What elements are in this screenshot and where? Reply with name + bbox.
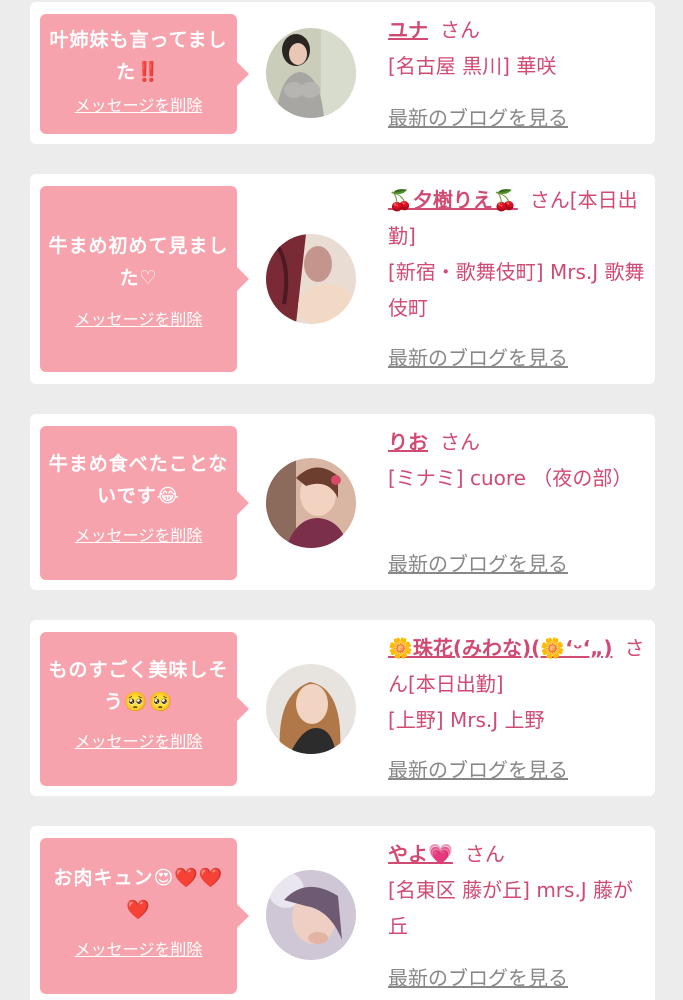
message-text: ものすごく美味しそう🥺🥺 — [48, 659, 229, 713]
shop-location: [新宿・歌舞伎町] Mrs.J 歌舞伎町 — [388, 260, 645, 320]
latest-blog-link[interactable]: 最新のブログを見る — [388, 754, 568, 783]
name-line: 🌼珠花(みわな)(🌼‘ᵕ‘„) さん[本日出勤] — [388, 630, 646, 702]
honorific: さん — [464, 842, 505, 866]
shop-location: [名東区 藤が丘] mrs.J 藤が丘 — [388, 878, 634, 938]
avatar[interactable] — [266, 234, 356, 324]
avatar-photo — [266, 28, 356, 118]
delete-message-link[interactable]: メッセージを削除 — [75, 306, 203, 330]
latest-blog-link[interactable]: 最新のブログを見る — [388, 962, 568, 991]
name-line: 🍒夕樹りえ🍒 さん[本日出勤] — [388, 182, 646, 254]
avatar[interactable] — [266, 664, 356, 754]
girl-name-link[interactable]: りお — [388, 430, 428, 454]
name-line: りお さん — [388, 424, 646, 460]
message-card: 牛まめ初めて見ました♡ メッセージを削除 🍒夕樹りえ🍒 さん[本日出勤] [新宿・… — [30, 174, 655, 384]
girl-name-link[interactable]: ユナ — [388, 18, 428, 42]
message-bubble: 叶姉妹も言ってました‼️ メッセージを削除 — [40, 14, 249, 134]
name-line: やよ💗 さん — [388, 836, 646, 872]
avatar[interactable] — [266, 28, 356, 118]
girl-name-link[interactable]: 🌼珠花(みわな)(🌼‘ᵕ‘„) — [388, 636, 612, 660]
delete-message-link[interactable]: メッセージを削除 — [75, 92, 203, 116]
avatar[interactable] — [266, 458, 356, 548]
avatar-photo — [266, 458, 356, 548]
message-list: 叶姉妹も言ってました‼️ メッセージを削除 ユナ さん [名古屋 黒川] 華咲 最… — [0, 0, 683, 1000]
message-bubble: ものすごく美味しそう🥺🥺 メッセージを削除 — [40, 632, 249, 786]
message-card: ものすごく美味しそう🥺🥺 メッセージを削除 🌼珠花(みわな)(🌼‘ᵕ‘„) さん[… — [30, 620, 655, 796]
message-bubble: 牛まめ初めて見ました♡ メッセージを削除 — [40, 186, 249, 372]
message-text: お肉キュン😍❤️❤️❤️ — [53, 867, 224, 921]
info-block: りお さん [ミナミ] cuore （夜の部） — [388, 424, 646, 496]
message-text: 叶姉妹も言ってました‼️ — [49, 29, 228, 83]
avatar-photo — [266, 234, 356, 324]
info-block: 🌼珠花(みわな)(🌼‘ᵕ‘„) さん[本日出勤] [上野] Mrs.J 上野 — [388, 630, 646, 738]
latest-blog-link[interactable]: 最新のブログを見る — [388, 102, 568, 131]
girl-name-link[interactable]: 🍒夕樹りえ🍒 — [388, 188, 518, 212]
latest-blog-link[interactable]: 最新のブログを見る — [388, 548, 568, 577]
message-card: 牛まめ食べたことないです😂 メッセージを削除 りお さん [ミナミ] cuore … — [30, 414, 655, 590]
delete-message-link[interactable]: メッセージを削除 — [75, 728, 203, 752]
delete-message-link[interactable]: メッセージを削除 — [75, 936, 203, 960]
girl-name-link[interactable]: やよ💗 — [388, 842, 453, 866]
message-bubble: お肉キュン😍❤️❤️❤️ メッセージを削除 — [40, 838, 249, 994]
shop-location: [ミナミ] cuore （夜の部） — [388, 466, 633, 490]
info-block: やよ💗 さん [名東区 藤が丘] mrs.J 藤が丘 — [388, 836, 646, 944]
avatar-photo — [266, 870, 356, 960]
message-card: 叶姉妹も言ってました‼️ メッセージを削除 ユナ さん [名古屋 黒川] 華咲 最… — [30, 2, 655, 144]
message-text: 牛まめ食べたことないです😂 — [48, 453, 229, 507]
shop-location: [名古屋 黒川] 華咲 — [388, 54, 557, 78]
message-bubble: 牛まめ食べたことないです😂 メッセージを削除 — [40, 426, 249, 580]
honorific: さん — [440, 18, 480, 42]
shop-location: [上野] Mrs.J 上野 — [388, 708, 545, 732]
info-block: ユナ さん [名古屋 黒川] 華咲 — [388, 12, 646, 84]
delete-message-link[interactable]: メッセージを削除 — [75, 522, 203, 546]
info-block: 🍒夕樹りえ🍒 さん[本日出勤] [新宿・歌舞伎町] Mrs.J 歌舞伎町 — [388, 182, 646, 326]
avatar[interactable] — [266, 870, 356, 960]
avatar-photo — [266, 664, 356, 754]
name-line: ユナ さん — [388, 12, 646, 48]
message-text: 牛まめ初めて見ました♡ — [48, 235, 229, 289]
honorific: さん — [440, 430, 480, 454]
latest-blog-link[interactable]: 最新のブログを見る — [388, 342, 568, 371]
message-card: お肉キュン😍❤️❤️❤️ メッセージを削除 やよ💗 さん [名東区 藤が丘] mr… — [30, 826, 655, 1000]
